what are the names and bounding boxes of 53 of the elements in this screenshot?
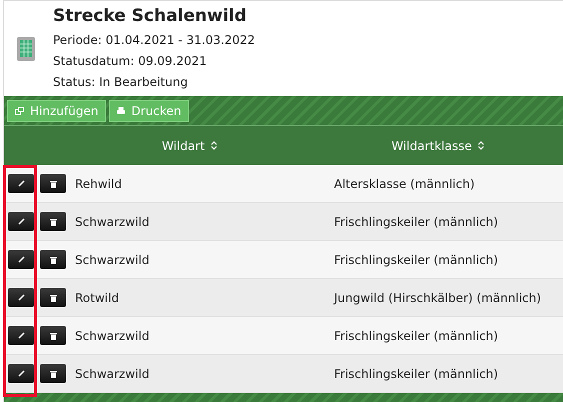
edit-button[interactable] xyxy=(8,212,34,231)
table-row[interactable]: Schwarzwild Frischlingskeiler (männlich) xyxy=(4,203,563,241)
info-line: Status: In Bearbeitung xyxy=(53,74,189,90)
edit-button[interactable] xyxy=(8,174,34,193)
trash-icon xyxy=(50,180,56,188)
pencil-icon xyxy=(18,294,24,301)
table-row[interactable]: Schwarzwild Frischlingskeiler (männlich) xyxy=(4,355,563,393)
table-cell: Jungwild (Hirschkälber) (männlich) xyxy=(334,290,542,304)
table-cell: Rehwild xyxy=(75,176,122,190)
pencil-icon xyxy=(18,332,24,339)
table-cell: Schwarzwild xyxy=(75,366,150,380)
table-cell: Frischlingskeiler (männlich) xyxy=(334,214,498,228)
table-row[interactable]: Schwarzwild Frischlingskeiler (männlich) xyxy=(4,241,563,279)
table-row[interactable]: Schwarzwild Frischlingskeiler (männlich) xyxy=(4,317,563,355)
page-title: Strecke Schalenwild xyxy=(53,4,248,26)
pencil-icon xyxy=(18,218,24,225)
table-cell: Schwarzwild xyxy=(75,214,150,228)
pencil-icon xyxy=(18,256,24,263)
trash-icon xyxy=(50,218,56,226)
table-cell: Frischlingskeiler (männlich) xyxy=(334,366,498,380)
sort-icon xyxy=(210,141,217,150)
delete-button[interactable] xyxy=(40,288,66,307)
column-header[interactable]: Wildart xyxy=(162,136,217,154)
column-header[interactable]: Wildartklasse xyxy=(391,136,484,154)
windows-icon xyxy=(15,106,24,114)
info-line: Statusdatum: 09.09.2021 xyxy=(53,52,208,70)
sort-icon xyxy=(478,141,484,150)
delete-button[interactable] xyxy=(40,326,66,345)
edit-button[interactable] xyxy=(8,326,34,345)
trash-icon xyxy=(50,332,56,340)
table-cell: Altersklasse (männlich) xyxy=(334,176,475,190)
spreadsheet-icon xyxy=(17,36,35,60)
delete-button[interactable] xyxy=(40,364,66,383)
table-cell: Frischlingskeiler (männlich) xyxy=(334,328,498,342)
trash-icon xyxy=(50,256,56,264)
table-cell: Frischlingskeiler (männlich) xyxy=(334,252,498,266)
delete-button[interactable] xyxy=(40,250,66,269)
printer-icon xyxy=(117,106,126,114)
trash-icon xyxy=(50,294,56,302)
table-cell: Schwarzwild xyxy=(75,252,150,266)
info-line: Periode: 01.04.2021 - 31.03.2022 xyxy=(53,32,256,48)
delete-button[interactable] xyxy=(40,174,66,193)
trash-icon xyxy=(50,370,56,378)
table-row[interactable]: Rotwild Jungwild (Hirschkälber) (männlich) xyxy=(4,279,563,317)
edit-button[interactable] xyxy=(8,288,34,307)
table-cell: Schwarzwild xyxy=(75,328,150,342)
table-cell: Rotwild xyxy=(75,290,119,304)
edit-button[interactable] xyxy=(8,250,34,269)
pencil-icon xyxy=(18,370,24,377)
delete-button[interactable] xyxy=(40,212,66,231)
pencil-icon xyxy=(18,180,24,187)
table-row[interactable]: Rehwild Altersklasse (männlich) xyxy=(4,165,563,203)
edit-button[interactable] xyxy=(8,364,34,383)
